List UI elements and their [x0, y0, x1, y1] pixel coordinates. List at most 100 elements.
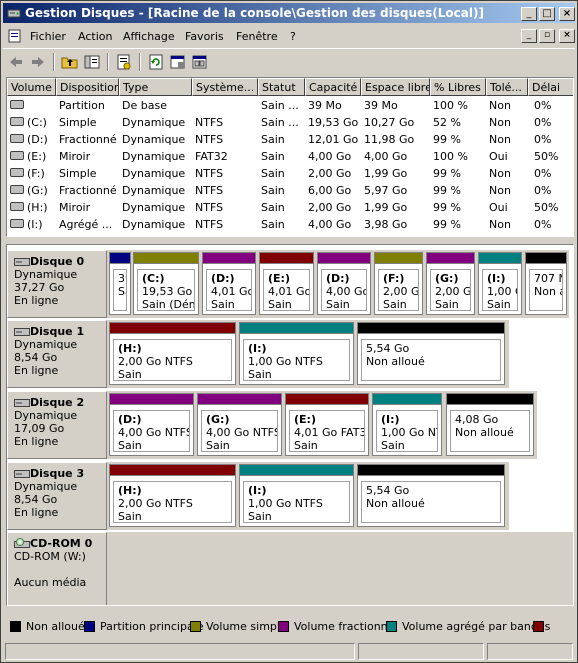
partition-block[interactable]: (E:)4,01 Go FAT32Sain [285, 393, 369, 456]
mdi-close-button[interactable]: × [559, 29, 575, 43]
table-cell: Sain [261, 184, 285, 197]
table-row[interactable]: (E:) Miroir Dynamique FAT32 Sain 4,00 Go 4,00 … [7, 148, 573, 165]
back-icon[interactable] [7, 53, 25, 71]
menu-affichage[interactable]: Affichage [123, 30, 175, 43]
table-cell: Fractionné [59, 133, 117, 146]
mdi-minimize-button[interactable]: _ [521, 29, 537, 43]
column-header-percent-free[interactable]: % Libres [430, 78, 486, 96]
console-document-icon[interactable] [7, 28, 23, 44]
disk-label[interactable]: Disque 0 Dynamique 37,27 Go En ligne [7, 250, 107, 318]
column-header-free-space[interactable]: Espace libre [361, 78, 430, 96]
partition-status: Sain (Démar [142, 298, 194, 311]
forward-icon[interactable] [29, 53, 47, 71]
table-row[interactable]: (C:) Simple Dynamique NTFS Sain ... 19,53 Go 1… [7, 114, 573, 131]
table-cell: 0% [534, 99, 552, 112]
partition-block[interactable]: (H:) 2,00 Go NTFS Sain [109, 464, 236, 527]
partition-status: Sain [383, 298, 407, 311]
properties-icon[interactable] [115, 53, 133, 71]
partition-size: 707 Mo [534, 272, 562, 285]
partition-block[interactable]: (F:)2,00 GoSain [374, 252, 423, 315]
partition-block[interactable]: (I:)1,00 Go NTFSain [372, 393, 442, 456]
menu-favoris[interactable]: Favoris [185, 30, 224, 43]
disk-label[interactable]: Disque 1 Dynamique 8,54 Go En ligne [7, 320, 107, 388]
partition-block[interactable]: (G:) 4,00 Go NTFS Sain [197, 393, 282, 456]
disk-label[interactable]: Disque 3 Dynamique 8,54 Go En ligne [7, 462, 107, 530]
partition-status: Sain [435, 298, 459, 311]
table-cell: (H:) [27, 201, 48, 214]
minimize-button[interactable]: _ [521, 7, 537, 21]
disk-label[interactable]: Disque 2 Dynamique 17,09 Go En ligne [7, 391, 107, 459]
partition-block[interactable]: (D:) 4,01 Go Sain [202, 252, 256, 315]
partition-details: (D:) 4,00 Go Sain [321, 269, 367, 311]
table-row[interactable]: (F:) Simple Dynamique NTFS Sain 2,00 Go 1,99 G… [7, 165, 573, 182]
menu-fenetre[interactable]: Fenêtre [236, 30, 278, 43]
table-row[interactable]: (G:) Fractionné Dynamique NTFS Sain 6,00 Go 5,… [7, 182, 573, 199]
table-cell: 0% [534, 184, 552, 197]
column-header-overhead[interactable]: Délai [528, 78, 573, 96]
menu-action[interactable]: Action [78, 30, 112, 43]
partition-block[interactable]: (D:) 4,00 Go NTFS Sain [109, 393, 194, 456]
table-cell: NTFS [195, 116, 224, 129]
partition-block[interactable]: (I:)1,00 GSain [478, 252, 522, 315]
table-cell: Sain [261, 167, 285, 180]
column-header-status[interactable]: Statut [258, 78, 305, 96]
partition-block[interactable]: 707 MoNon all [525, 252, 567, 315]
partition-block[interactable]: (I:) 1,00 Go NTFS Sain [239, 322, 354, 385]
table-row[interactable]: (D:) Fractionné Dynamique NTFS Sain 12,01 Go 1… [7, 131, 573, 148]
partition-size: 4,00 Go NTFS [206, 426, 278, 439]
column-header-volume[interactable]: Volume [7, 78, 56, 96]
refresh-icon[interactable] [147, 53, 165, 71]
partition-block[interactable]: 4,08 Go Non alloué [446, 393, 534, 456]
volume-list[interactable]: Volume Disposition Type Système... Statu… [6, 77, 574, 237]
partition-details: 5,54 Go Non alloué [361, 339, 501, 381]
partition-block[interactable]: (E:) 4,01 Go Sain [259, 252, 314, 315]
partition-details: (H:) 2,00 Go NTFS Sain [113, 339, 232, 381]
table-row[interactable]: Partition De base Sain ... 39 Mo 39 Mo 100 % N… [7, 97, 573, 114]
column-header-disposition[interactable]: Disposition [56, 78, 119, 96]
partition-size: 1,00 Go NTFS [248, 355, 323, 368]
partition-block[interactable]: (C:)19,53 Go NSain (Démar [133, 252, 199, 315]
partition-block[interactable]: (D:) 4,00 Go Sain [317, 252, 371, 315]
maximize-button[interactable]: □ [539, 7, 555, 21]
title-bar[interactable]: Gestion Disques - [Racine de la console\… [3, 3, 575, 23]
disk-name: Disque 2 [30, 396, 85, 409]
column-header-fault-tolerance[interactable]: Tolé... [486, 78, 528, 96]
table-cell: 99 % [433, 184, 461, 197]
partition-size: 2,00 Go [383, 285, 419, 298]
help-icon[interactable] [191, 53, 209, 71]
partition-block[interactable]: (I:) 1,00 Go NTFS Sain [239, 464, 354, 527]
partition-size: 4,01 Go FAT32 [294, 426, 364, 439]
partition-block[interactable]: (H:) 2,00 Go NTFS Sain [109, 322, 236, 385]
up-folder-icon[interactable] [61, 53, 79, 71]
partition-block[interactable]: 5,54 Go Non alloué [357, 322, 505, 385]
disk-partitions: (D:) 4,00 Go NTFS Sain (G:) 4,00 Go NTFS Sain… [107, 391, 537, 459]
table-cell: (I:) [27, 218, 43, 231]
table-cell: NTFS [195, 184, 224, 197]
table-cell: NTFS [195, 133, 224, 146]
show-tree-icon[interactable] [83, 53, 101, 71]
close-button[interactable]: × [559, 7, 575, 21]
view-splitter[interactable] [6, 239, 574, 243]
partition-status: Non alloué [455, 426, 514, 439]
table-cell: 10,27 Go [364, 116, 415, 129]
cdrom-label[interactable]: CD-ROM 0 CD-ROM (W:) Aucun média [7, 532, 107, 605]
mdi-restore-button[interactable]: ▫ [539, 29, 555, 43]
menu-fichier[interactable]: Fichier [30, 30, 66, 43]
column-header-capacity[interactable]: Capacité [305, 78, 361, 96]
cdrom-area [107, 532, 573, 605]
partition-block[interactable]: 39Sa [109, 252, 131, 315]
partition-status: Sain [248, 368, 272, 381]
table-cell: NTFS [195, 201, 224, 214]
table-row[interactable]: (H:) Miroir Dynamique NTFS Sain 2,00 Go 1,99 G… [7, 199, 573, 216]
partition-status: Sain [211, 298, 235, 311]
menu-help[interactable]: ? [290, 30, 296, 43]
column-header-type[interactable]: Type [119, 78, 192, 96]
column-header-filesystem[interactable]: Système... [192, 78, 258, 96]
partition-block[interactable]: (G:)2,00 GoSain [426, 252, 475, 315]
disk-row-spacer [569, 250, 573, 318]
settings-icon[interactable] [169, 53, 187, 71]
disk-row: Disque 2 Dynamique 17,09 Go En ligne (D:) 4,0… [7, 391, 573, 459]
partition-label: (H:) [118, 484, 142, 497]
partition-block[interactable]: 5,54 Go Non alloué [357, 464, 505, 527]
table-row[interactable]: (I:) Agrégé ... Dynamique NTFS Sain 4,00 Go 3,… [7, 216, 573, 233]
